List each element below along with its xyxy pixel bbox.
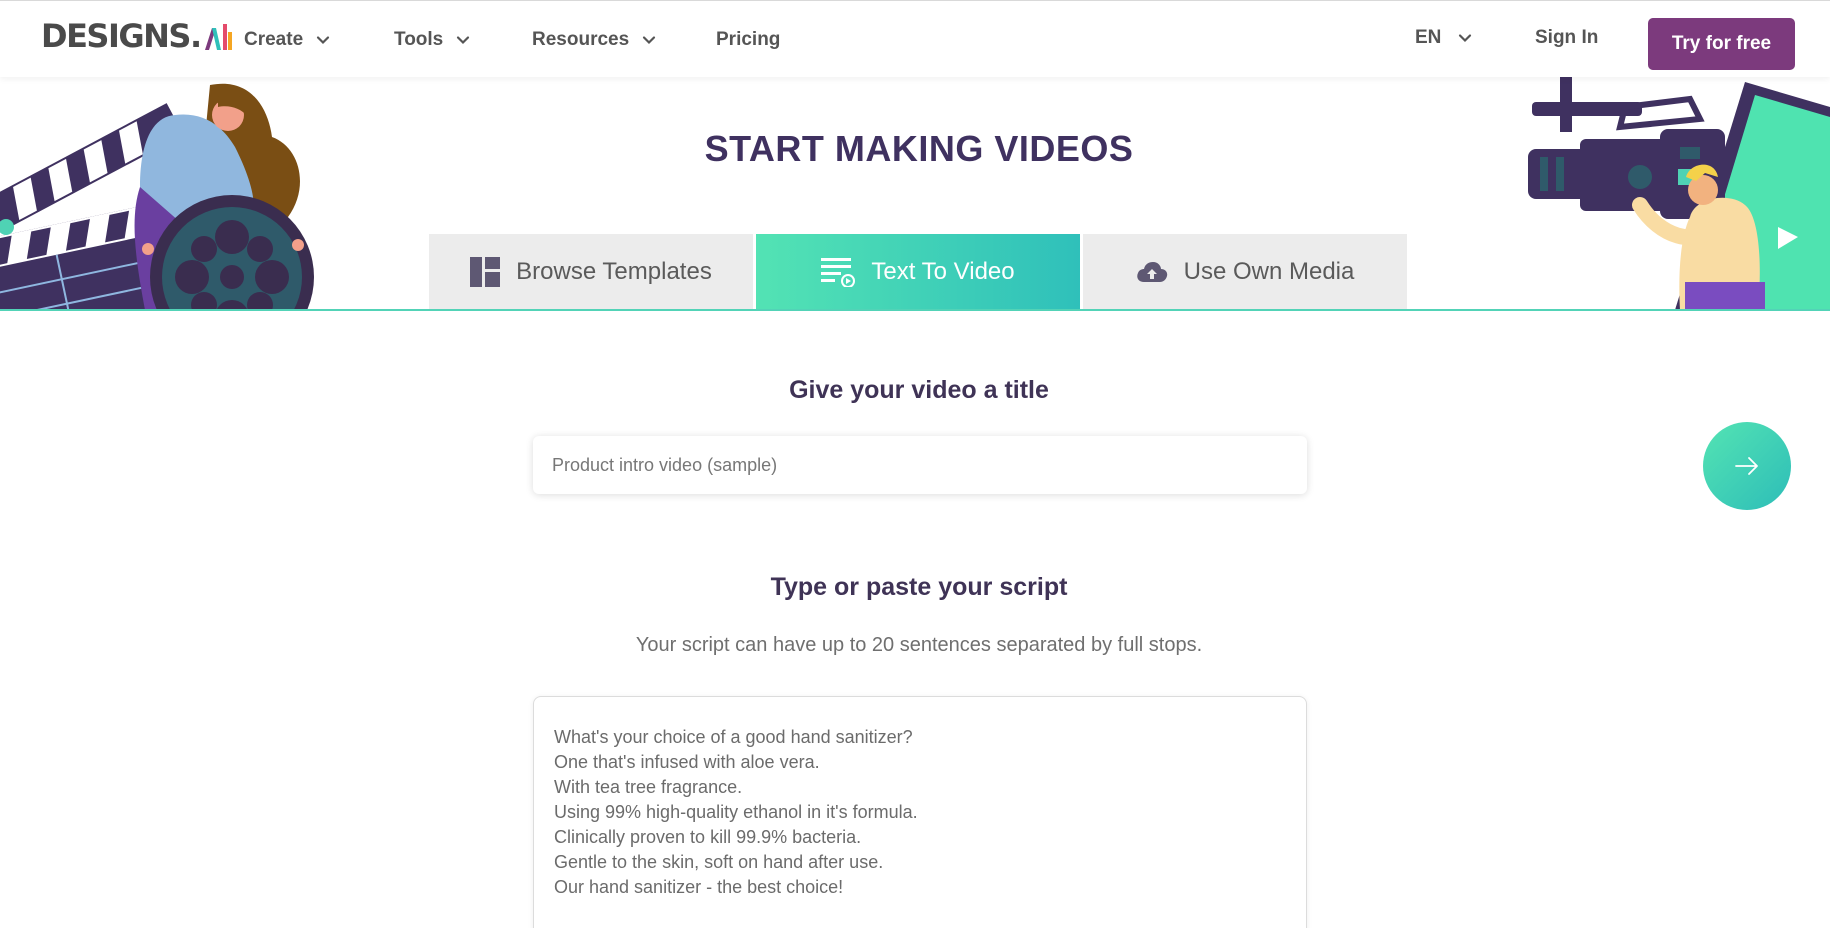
title-heading: Give your video a title	[789, 376, 1049, 404]
script-heading: Type or paste your script	[770, 573, 1068, 601]
cloud-upload-icon	[1136, 260, 1168, 284]
tab-text-to-video-label: Text To Video	[871, 258, 1015, 285]
tab-browse-templates-label: Browse Templates	[516, 258, 712, 285]
camera-operator-illustration	[1528, 77, 1830, 310]
chevron-down-icon	[643, 36, 656, 45]
script-hint: Your script can have up to 20 sentences …	[635, 634, 1203, 656]
logo-text: DESIGNS.	[41, 17, 202, 55]
tab-text-to-video[interactable]: Text To Video	[756, 234, 1080, 310]
nav-create-label: Create	[244, 29, 304, 50]
chevron-down-icon	[457, 36, 470, 45]
chevron-down-icon	[317, 36, 330, 45]
try-for-free-button[interactable]: Try for free	[1648, 18, 1795, 70]
top-navbar: DESIGNS. Create Tools Resources Pricing …	[0, 0, 1830, 77]
tab-use-own-media-label: Use Own Media	[1183, 258, 1355, 285]
chevron-down-icon	[1459, 34, 1472, 43]
page-title: START MAKING VIDEOS	[704, 128, 1134, 169]
template-grid-icon	[470, 257, 501, 287]
tab-browse-templates[interactable]: Browse Templates	[429, 234, 753, 310]
language-selector[interactable]: EN	[1415, 27, 1473, 49]
video-title-input[interactable]	[533, 436, 1307, 494]
language-label: EN	[1415, 27, 1442, 48]
designs-ai-logo[interactable]: DESIGNS.	[41, 17, 233, 55]
tab-use-own-media[interactable]: Use Own Media	[1083, 234, 1407, 310]
nav-resources[interactable]: Resources	[532, 25, 657, 55]
logo-ai-mark	[203, 22, 233, 50]
nav-resources-label: Resources	[532, 29, 630, 50]
sign-in-link[interactable]: Sign In	[1535, 27, 1598, 49]
clapperboard-illustration	[0, 83, 314, 310]
nav-pricing[interactable]: Pricing	[716, 25, 780, 55]
nav-tools[interactable]: Tools	[394, 25, 471, 55]
next-step-button[interactable]	[1703, 422, 1791, 510]
text-lines-icon	[821, 257, 856, 287]
script-textarea[interactable]: What's your choice of a good hand saniti…	[533, 696, 1307, 928]
creation-mode-tabs: Browse Templates Text To Video Use Own M…	[429, 234, 1410, 310]
arrow-right-icon	[1735, 457, 1758, 475]
nav-tools-label: Tools	[394, 29, 444, 50]
nav-create[interactable]: Create	[244, 25, 331, 55]
nav-pricing-label: Pricing	[716, 29, 781, 50]
hero-divider	[0, 309, 1830, 311]
